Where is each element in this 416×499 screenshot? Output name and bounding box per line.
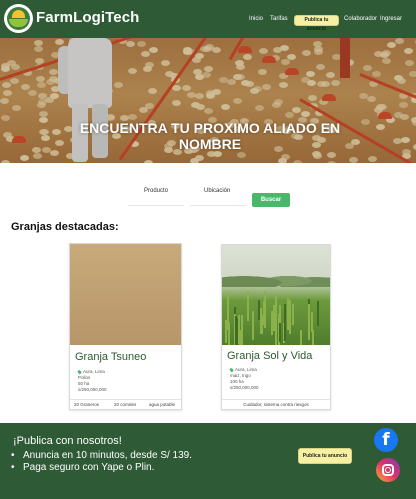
ubicacion-input[interactable]	[190, 196, 246, 206]
footer-bullet: Paga seguro con Yape o Plin.	[11, 462, 211, 474]
farm-detail-price: s/250,000,000	[78, 387, 107, 392]
farm-tags: Cuidador, sistema contra riesgos	[222, 399, 330, 409]
farm-photo-chickens	[70, 244, 181, 345]
footer-bullet: Anuncia en 10 minutos, desde S/ 139.	[11, 450, 211, 462]
farmlogitech-logo-icon[interactable]	[4, 4, 33, 33]
farm-tag: Cuidador, sistema contra riesgos	[243, 402, 309, 407]
hero-title: ENCUENTRA TU PROXIMO ALIADO EN NOMBRE	[79, 120, 341, 152]
farm-details: Aura, Lima Pollos 50 ha s/250,000,000	[77, 369, 107, 393]
nav-link-colaborador[interactable]: Colaborador	[344, 16, 377, 22]
footer-publica-anuncio-button[interactable]: Publica tu anuncio	[298, 448, 352, 464]
farm-card-sol-y-vida[interactable]: Granja Sol y Vida Aura, Lima maiz, trigo…	[221, 244, 331, 410]
nav-link-inicio[interactable]: Inicio	[249, 16, 263, 22]
footer-promo: ¡Publica con nosotros! Anuncia en 10 min…	[0, 423, 416, 499]
featured-section-title: Granjas destacadas:	[11, 221, 119, 233]
buscar-button[interactable]: Buscar	[252, 193, 290, 207]
brand-name[interactable]: FarmLogiTech	[36, 9, 139, 26]
footer-bullets: Anuncia en 10 minutos, desde S/ 139. Pag…	[11, 450, 211, 474]
farm-card-tsuneo[interactable]: Granja Tsuneo Aura, Lima Pollos 50 ha s/…	[69, 243, 182, 410]
footer-title: ¡Publica con nosotros!	[13, 435, 122, 447]
top-navbar: FarmLogiTech Inicio Tarifas Publica tu a…	[0, 0, 416, 38]
location-pin-icon	[77, 369, 82, 375]
farm-name: Granja Tsuneo	[75, 351, 147, 363]
farm-location: Aura, Lima	[83, 369, 105, 374]
ubicacion-label: Ubicación	[204, 188, 231, 194]
facebook-icon[interactable]: f	[374, 428, 398, 452]
nav-link-tarifas[interactable]: Tarifas	[270, 16, 288, 22]
farm-detail-price: s/250,000,000	[230, 385, 259, 390]
farm-tag: 20 corrales	[114, 402, 137, 407]
farm-photo-cornfield	[222, 245, 330, 345]
location-pin-icon	[229, 367, 234, 373]
farm-tag: agua potable	[149, 402, 176, 407]
hero-banner: ENCUENTRA TU PROXIMO ALIADO EN NOMBRE	[0, 38, 416, 163]
publica-anuncio-button[interactable]: Publica tu anuncio	[294, 15, 339, 32]
farm-location: Aura, Lima	[235, 367, 257, 372]
producto-input[interactable]	[128, 196, 184, 206]
farm-details: Aura, Lima maiz, trigo 100 ha s/250,000,…	[229, 367, 259, 391]
farm-name: Granja Sol y Vida	[227, 350, 313, 362]
instagram-icon[interactable]	[376, 458, 400, 482]
farm-tag: 20 Graneros	[74, 402, 100, 407]
farm-tags: 20 Graneros 20 corrales agua potable	[70, 399, 181, 409]
nav-link-ingresar[interactable]: Ingresar	[380, 16, 402, 22]
producto-label: Producto	[144, 188, 169, 194]
